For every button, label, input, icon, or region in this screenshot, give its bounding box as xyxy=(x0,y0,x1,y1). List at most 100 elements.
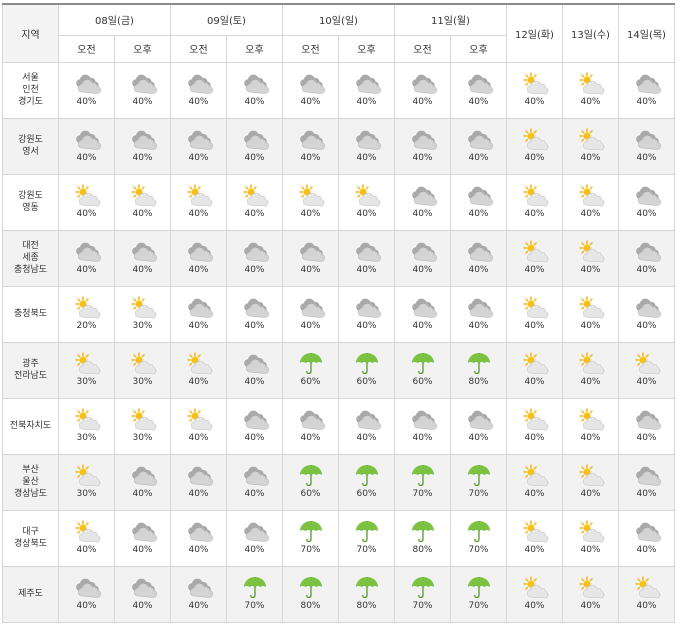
cloud-icon xyxy=(184,240,214,264)
precipitation-chance: 40% xyxy=(524,265,545,275)
forecast-cell-content: 40% xyxy=(563,240,618,276)
forecast-cell: 70% xyxy=(226,565,283,623)
forecast-cell-content: 40% xyxy=(563,408,618,444)
forecast-cell: 40% xyxy=(562,285,619,343)
precipitation-chance: 40% xyxy=(468,321,489,331)
precipitation-chance: 40% xyxy=(356,153,377,163)
forecast-cell: 40% xyxy=(618,117,675,175)
forecast-table-wrapper: 지역 08일(금) 09일(토) 10일(일) 11일(월) 12일(화) 13일(수) 14… xyxy=(2,3,675,623)
forecast-cell: 40% xyxy=(506,397,563,455)
partly-sunny-icon xyxy=(184,184,214,208)
precipitation-chance: 40% xyxy=(468,153,489,163)
precipitation-chance: 40% xyxy=(468,97,489,107)
partly-sunny-icon xyxy=(520,576,550,600)
forecast-cell: 40% xyxy=(562,341,619,399)
cloud-icon xyxy=(408,408,438,432)
precipitation-chance: 30% xyxy=(76,489,97,499)
precipitation-chance: 40% xyxy=(412,153,433,163)
day-header: 13일(수) xyxy=(562,3,619,63)
partly-sunny-icon xyxy=(520,464,550,488)
region-label-line: 영서 xyxy=(22,147,39,157)
forecast-cell: 40% xyxy=(450,61,507,119)
precipitation-chance: 70% xyxy=(356,545,377,555)
region-cell: 강원도영서 xyxy=(2,117,59,175)
region-label: 충청북도 xyxy=(3,308,58,320)
precipitation-chance: 40% xyxy=(132,153,153,163)
forecast-cell: 40% xyxy=(506,229,563,287)
forecast-cell: 40% xyxy=(506,565,563,623)
cloud-icon xyxy=(184,128,214,152)
partly-sunny-icon xyxy=(72,184,102,208)
forecast-cell-content: 40% xyxy=(171,464,226,500)
forecast-cell: 40% xyxy=(562,565,619,623)
forecast-cell-content: 60% xyxy=(339,464,394,500)
cloud-icon xyxy=(464,184,494,208)
forecast-cell-content: 40% xyxy=(563,72,618,108)
partly-sunny-icon xyxy=(520,520,550,544)
region-label-line: 영동 xyxy=(22,203,39,213)
forecast-cell-content: 40% xyxy=(227,352,282,388)
forecast-cell: 40% xyxy=(170,61,227,119)
cloud-icon xyxy=(240,408,270,432)
forecast-cell: 40% xyxy=(394,229,451,287)
forecast-cell-content: 40% xyxy=(227,128,282,164)
forecast-cell: 40% xyxy=(506,341,563,399)
precipitation-chance: 40% xyxy=(188,377,209,387)
forecast-cell-content: 40% xyxy=(507,296,562,332)
precipitation-chance: 70% xyxy=(300,545,321,555)
forecast-cell: 40% xyxy=(114,173,171,231)
forecast-cell: 40% xyxy=(226,173,283,231)
forecast-cell: 70% xyxy=(394,565,451,623)
weekly-forecast-table: 지역 08일(금) 09일(토) 10일(일) 11일(월) 12일(화) 13일(수) 14… xyxy=(2,3,675,623)
region-label-line: 강원도 xyxy=(18,191,43,201)
cloud-icon xyxy=(184,520,214,544)
forecast-cell-content: 40% xyxy=(507,464,562,500)
precipitation-chance: 40% xyxy=(188,209,209,219)
partly-sunny-icon xyxy=(576,72,606,96)
forecast-cell-content: 40% xyxy=(563,576,618,612)
precipitation-chance: 60% xyxy=(356,489,377,499)
region-label: 대전 세종 충청남도 xyxy=(3,240,58,276)
partly-sunny-icon xyxy=(520,128,550,152)
forecast-cell: 40% xyxy=(58,61,115,119)
cloud-icon xyxy=(240,240,270,264)
forecast-cell-content: 40% xyxy=(507,408,562,444)
forecast-cell-content: 40% xyxy=(451,408,506,444)
precipitation-chance: 40% xyxy=(580,377,601,387)
forecast-cell: 60% xyxy=(394,341,451,399)
region-label-line: 강원도 xyxy=(18,135,43,145)
rain-umbrella-icon xyxy=(464,520,494,544)
precipitation-chance: 70% xyxy=(412,489,433,499)
cloud-icon xyxy=(352,296,382,320)
forecast-cell: 70% xyxy=(450,509,507,567)
forecast-cell-content: 70% xyxy=(227,576,282,612)
cloud-icon xyxy=(352,408,382,432)
precipitation-chance: 40% xyxy=(356,209,377,219)
table-row: 제주도 40% 40% 40% 70% 80% 80% 70% 70% 40% 40% 40% xyxy=(2,565,675,623)
forecast-cell-content: 40% xyxy=(115,72,170,108)
cloud-icon xyxy=(632,520,662,544)
forecast-cell-content: 40% xyxy=(451,128,506,164)
forecast-cell: 40% xyxy=(226,341,283,399)
forecast-cell-content: 40% xyxy=(171,184,226,220)
precipitation-chance: 40% xyxy=(300,97,321,107)
partly-sunny-icon xyxy=(576,184,606,208)
region-cell: 제주도 xyxy=(2,565,59,623)
forecast-cell-content: 40% xyxy=(339,408,394,444)
forecast-cell: 40% xyxy=(618,61,675,119)
cloud-icon xyxy=(352,72,382,96)
precipitation-chance: 70% xyxy=(468,489,489,499)
precipitation-chance: 40% xyxy=(244,433,265,443)
forecast-cell: 40% xyxy=(226,453,283,511)
forecast-cell-content: 40% xyxy=(59,520,114,556)
precipitation-chance: 40% xyxy=(132,601,153,611)
forecast-cell-content: 40% xyxy=(507,352,562,388)
forecast-cell-content: 30% xyxy=(115,352,170,388)
precipitation-chance: 40% xyxy=(356,321,377,331)
forecast-cell-content: 40% xyxy=(339,72,394,108)
precipitation-chance: 40% xyxy=(468,433,489,443)
precipitation-chance: 40% xyxy=(524,97,545,107)
forecast-cell: 40% xyxy=(394,117,451,175)
forecast-cell-content: 40% xyxy=(227,240,282,276)
precipitation-chance: 40% xyxy=(188,489,209,499)
